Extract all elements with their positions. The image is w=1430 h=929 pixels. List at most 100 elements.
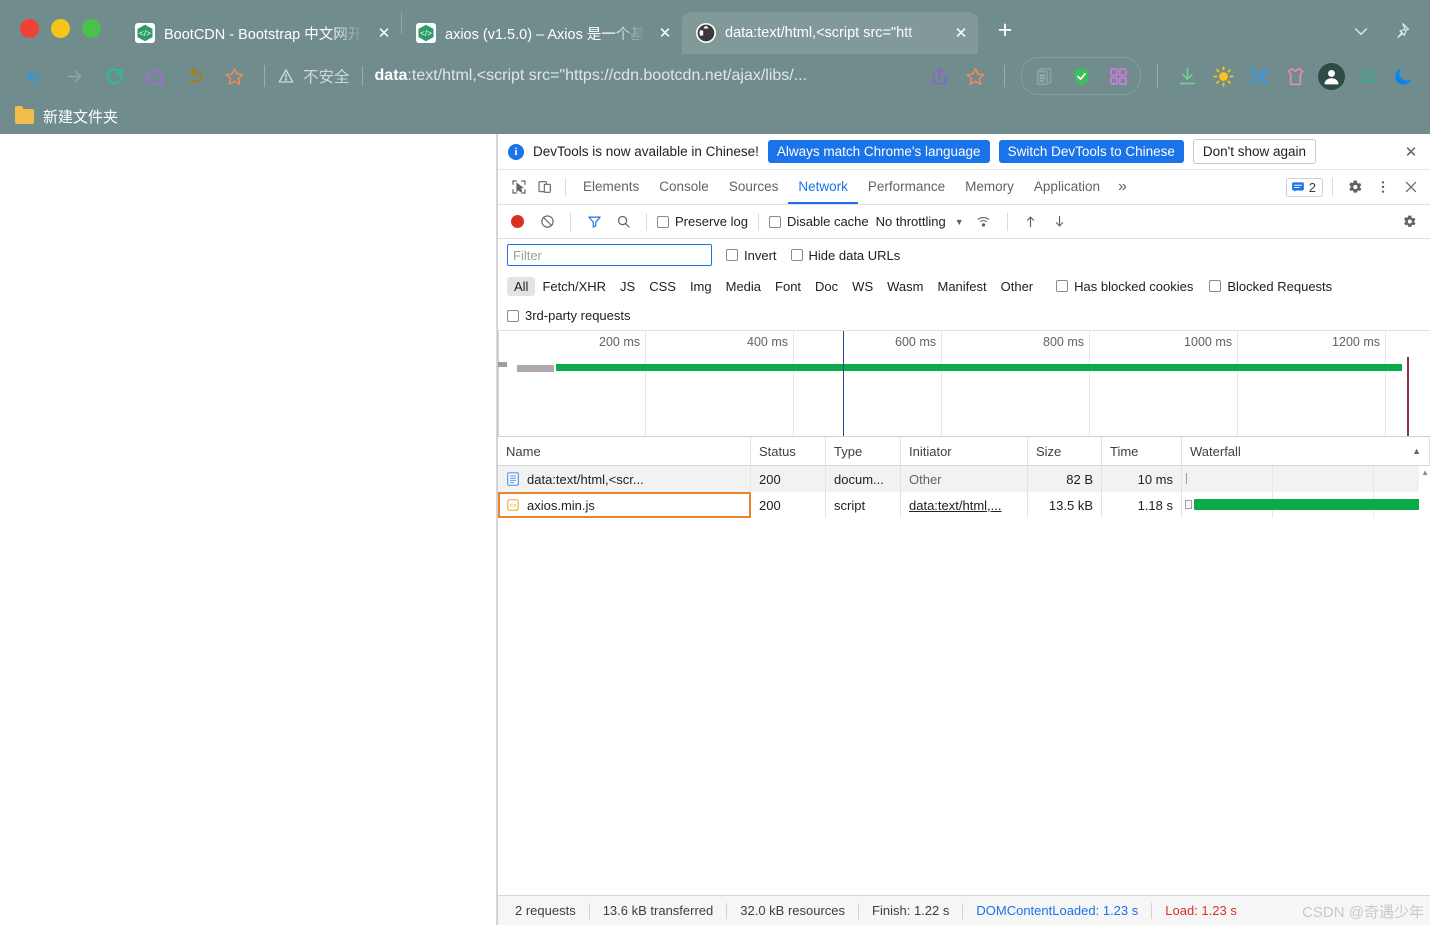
maximize-window-button[interactable]: [82, 19, 101, 38]
avatar[interactable]: [1314, 60, 1348, 92]
throttling-select[interactable]: No throttling: [876, 214, 946, 229]
column-header-name[interactable]: Name: [498, 437, 751, 465]
cell-initiator[interactable]: data:text/html,...: [901, 492, 1028, 518]
device-toolbar-icon[interactable]: [532, 174, 558, 200]
network-overview-timeline[interactable]: 200 ms 400 ms 600 ms 800 ms 1000 ms 1200…: [498, 331, 1430, 437]
invert-checkbox[interactable]: Invert: [726, 248, 777, 263]
column-header-status[interactable]: Status: [751, 437, 826, 465]
bookmark-item-label[interactable]: 新建文件夹: [43, 106, 118, 127]
bookmark-star-icon[interactable]: [958, 60, 992, 92]
record-button[interactable]: [511, 215, 524, 228]
star-icon[interactable]: [214, 60, 254, 92]
minimize-window-button[interactable]: [51, 19, 70, 38]
network-conditions-icon[interactable]: [971, 209, 997, 235]
more-options-icon[interactable]: [1370, 174, 1396, 200]
tab-network[interactable]: Network: [788, 170, 858, 204]
cell-name[interactable]: <> axios.min.js: [498, 492, 751, 518]
tab-application[interactable]: Application: [1024, 170, 1110, 204]
scroll-up-icon[interactable]: ▲: [1421, 468, 1429, 477]
chevron-down-icon[interactable]: ▼: [955, 217, 964, 227]
search-icon[interactable]: [610, 209, 636, 235]
type-filter-font[interactable]: Font: [768, 277, 808, 296]
type-filter-doc[interactable]: Doc: [808, 277, 845, 296]
type-filter-fetch-xhr[interactable]: Fetch/XHR: [535, 277, 613, 296]
warning-triangle-icon: [277, 67, 295, 85]
column-header-type[interactable]: Type: [826, 437, 901, 465]
tab-console[interactable]: Console: [649, 170, 719, 204]
close-tab-button[interactable]: ✕: [952, 26, 970, 41]
forward-arrow-icon[interactable]: [54, 60, 94, 92]
screenshot-capture-icon[interactable]: [1242, 60, 1276, 92]
type-filter-other[interactable]: Other: [994, 277, 1041, 296]
column-header-initiator[interactable]: Initiator: [901, 437, 1028, 465]
import-har-icon[interactable]: [1018, 209, 1044, 235]
blocked-requests-checkbox[interactable]: Blocked Requests: [1209, 279, 1332, 294]
has-blocked-cookies-checkbox[interactable]: Has blocked cookies: [1056, 279, 1193, 294]
back-arrow-icon[interactable]: [14, 60, 54, 92]
overview-tick: 200 ms: [498, 331, 646, 436]
column-header-waterfall[interactable]: Waterfall ▲: [1182, 437, 1430, 465]
checkbox-box: [768, 215, 781, 228]
more-panels-icon[interactable]: »: [1110, 178, 1135, 196]
browser-tab-1[interactable]: </> BootCDN - Bootstrap 中文网开 ✕: [121, 12, 401, 54]
tab-sources[interactable]: Sources: [719, 170, 789, 204]
close-devtools-icon[interactable]: [1398, 174, 1424, 200]
close-window-button[interactable]: [20, 19, 39, 38]
always-match-language-button[interactable]: Always match Chrome's language: [767, 140, 990, 163]
type-filter-wasm[interactable]: Wasm: [880, 277, 930, 296]
filter-input[interactable]: [507, 244, 712, 266]
table-scrollbar[interactable]: ▲: [1419, 466, 1430, 895]
shirt-icon[interactable]: [1278, 60, 1312, 92]
reload-icon[interactable]: [94, 60, 134, 92]
type-filter-all[interactable]: All: [507, 276, 536, 296]
clear-network-log-icon[interactable]: [534, 209, 560, 235]
clipboard-icon[interactable]: [1027, 60, 1061, 92]
home-icon[interactable]: [134, 60, 174, 92]
type-filter-media[interactable]: Media: [719, 277, 768, 296]
undo-icon[interactable]: [174, 60, 214, 92]
cell-type: docum...: [826, 466, 901, 492]
sun-icon[interactable]: [1206, 60, 1240, 92]
tab-memory[interactable]: Memory: [955, 170, 1024, 204]
type-filter-css[interactable]: CSS: [642, 277, 683, 296]
type-filter-img[interactable]: Img: [683, 277, 719, 296]
disable-cache-checkbox[interactable]: Disable cache: [768, 214, 869, 229]
invert-label: Invert: [744, 247, 777, 263]
tab-elements[interactable]: Elements: [573, 170, 649, 204]
type-filter-ws[interactable]: WS: [845, 277, 880, 296]
address-bar[interactable]: 不安全 data:text/html,<script src="https://…: [275, 65, 916, 87]
chevron-down-icon[interactable]: [1350, 20, 1372, 42]
shield-check-icon[interactable]: [1064, 60, 1098, 92]
close-tab-button[interactable]: ✕: [656, 26, 674, 41]
type-filter-manifest[interactable]: Manifest: [930, 277, 993, 296]
close-icon[interactable]: ✕: [1400, 143, 1422, 161]
menu-icon[interactable]: [1350, 60, 1384, 92]
table-row[interactable]: data:text/html,<scr... 200 docum... Othe…: [498, 466, 1430, 492]
new-tab-button[interactable]: +: [988, 15, 1022, 49]
gear-icon[interactable]: [1342, 174, 1368, 200]
switch-devtools-language-button[interactable]: Switch DevTools to Chinese: [998, 140, 1184, 163]
export-har-icon[interactable]: [1047, 209, 1073, 235]
hide-data-urls-checkbox[interactable]: Hide data URLs: [790, 248, 900, 263]
browser-tab-2[interactable]: </> axios (v1.5.0) – Axios 是一个基于 ✕: [402, 12, 682, 54]
cell-name[interactable]: data:text/html,<scr...: [498, 466, 751, 492]
grid-apps-icon[interactable]: [1101, 60, 1135, 92]
moon-logo-icon[interactable]: [1386, 60, 1420, 92]
share-icon[interactable]: [922, 60, 956, 92]
column-header-size[interactable]: Size: [1028, 437, 1102, 465]
browser-tab-3-active[interactable]: data:text/html,<script src="htt ✕: [682, 12, 978, 54]
preserve-log-checkbox[interactable]: Preserve log: [657, 214, 748, 229]
filter-icon[interactable]: [581, 209, 607, 235]
tab-performance[interactable]: Performance: [858, 170, 955, 204]
download-icon[interactable]: [1170, 60, 1204, 92]
network-settings-gear-icon[interactable]: [1396, 209, 1422, 235]
table-row[interactable]: <> axios.min.js 200 script data:text/htm…: [498, 492, 1430, 518]
inspect-element-icon[interactable]: [506, 174, 532, 200]
column-header-time[interactable]: Time: [1102, 437, 1182, 465]
close-tab-button[interactable]: ✕: [375, 26, 393, 41]
dont-show-again-button[interactable]: Don't show again: [1192, 139, 1317, 164]
pin-icon[interactable]: [1390, 20, 1412, 42]
third-party-requests-checkbox[interactable]: 3rd-party requests: [507, 308, 631, 323]
type-filter-js[interactable]: JS: [613, 277, 642, 296]
issues-badge[interactable]: 2: [1285, 177, 1323, 197]
